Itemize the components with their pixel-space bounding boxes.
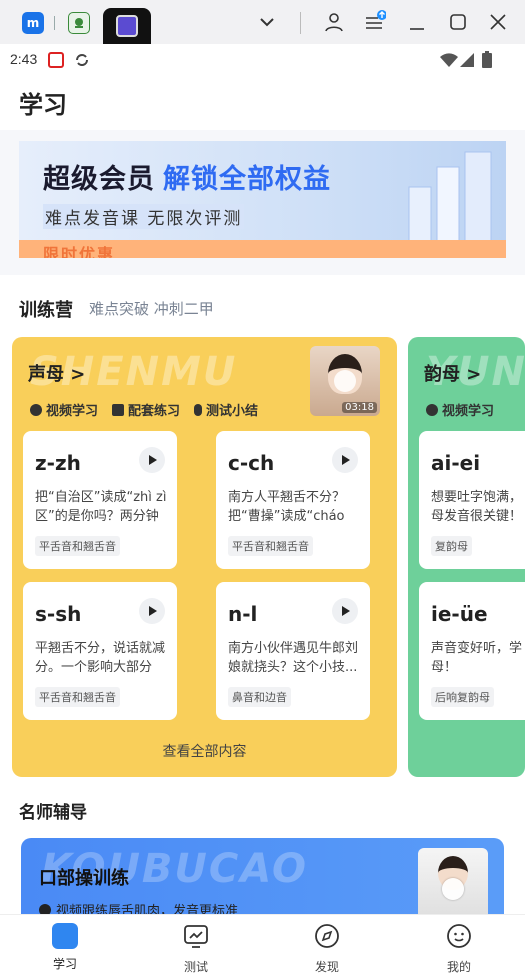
- banner-promo-text: 限时优惠: [43, 245, 116, 258]
- camp-card-yunmu[interactable]: YUN 韵母 > 视频学习 ai-ei 想要吐字饱满，母发音很关键！ 复韵母 i…: [408, 337, 525, 777]
- teacher-video-thumbnail[interactable]: 03:18: [310, 346, 380, 416]
- camp-meta: 视频学习 配套练习 测试小结: [30, 400, 258, 419]
- video-duration: 03:18: [342, 402, 377, 413]
- play-icon[interactable]: [332, 447, 358, 473]
- wifi-icon: [440, 53, 458, 67]
- phoneme-card[interactable]: s-sh 平翘舌不分，说话就减分。一个影响大部分考... 平舌音和翘舌音: [23, 582, 177, 720]
- phoneme-tag: 平舌音和翘舌音: [35, 536, 120, 556]
- nav-label: 我的: [446, 960, 471, 974]
- divider: [300, 12, 301, 34]
- phoneme-card[interactable]: z-zh 把“自治区”读成“zhì zì区”的是你吗？两分钟帮你... 平舌音和…: [23, 431, 177, 569]
- phoneme-title: ai-ei: [431, 451, 481, 475]
- status-bar: 2:43: [0, 44, 525, 74]
- phoneme-card[interactable]: ai-ei 想要吐字饱满，母发音很关键！ 复韵母: [419, 431, 525, 569]
- nav-item-discover[interactable]: 发现: [297, 923, 357, 975]
- camp-meta: 视频学习: [426, 400, 494, 419]
- nav-label: 学习: [52, 957, 77, 971]
- study-tv-icon: [52, 923, 78, 949]
- camp-card-shengmu[interactable]: SHENMU 声母 > 视频学习 配套练习 测试小结 03:18 z-zh 把“…: [12, 337, 397, 777]
- phoneme-card[interactable]: c-ch 南方人平翘舌不分？把“曹操”读成“cháo cā... 平舌音和翘舌音: [216, 431, 370, 569]
- nav-item-test[interactable]: 测试: [166, 923, 226, 975]
- emulator-toolbar: m: [0, 0, 525, 44]
- phoneme-desc: 想要吐字饱满，母发音很关键！: [431, 490, 523, 524]
- active-tab[interactable]: [103, 8, 151, 44]
- banner-title-main: 超级会员: [43, 164, 155, 195]
- maximize-icon[interactable]: [446, 10, 470, 34]
- banner-title-accent: 解锁全部权益: [163, 164, 331, 195]
- vip-banner[interactable]: 超级会员 解锁全部权益 难点发音课 无限次评测 限时优惠: [19, 141, 506, 258]
- compass-icon: [315, 924, 339, 948]
- phoneme-desc: 平翘舌不分，说话就减分。一个影响大部分考...: [35, 641, 166, 675]
- phoneme-title: z-zh: [35, 451, 81, 475]
- phoneme-desc: 声音变好听，学母！: [431, 641, 523, 675]
- camp-section-title: 训练营: [19, 300, 73, 321]
- battery-icon: [482, 51, 492, 68]
- play-icon[interactable]: [332, 598, 358, 624]
- close-icon[interactable]: [486, 10, 510, 34]
- play-circle-icon: [426, 403, 438, 416]
- phoneme-desc: 把“自治区”读成“zhì zì区”的是你吗？两分钟帮你...: [35, 490, 167, 524]
- bottom-nav: 学习 测试 发现 我的: [0, 914, 525, 979]
- camp-meta-test: 测试小结: [194, 400, 258, 419]
- camp-title[interactable]: 韵母 >: [424, 360, 481, 386]
- banner-3d-art: [399, 151, 506, 248]
- divider: [54, 16, 55, 30]
- notification-app-icon: [48, 52, 64, 68]
- active-app-icon: [116, 15, 138, 37]
- play-circle-icon: [30, 403, 42, 416]
- user-icon[interactable]: [322, 10, 346, 34]
- camp-meta-video: 视频学习: [426, 400, 494, 419]
- document-icon: [112, 403, 125, 416]
- nav-item-study[interactable]: 学习: [35, 923, 95, 972]
- menu-update-icon[interactable]: [362, 10, 386, 34]
- phoneme-tag: 平舌音和翘舌音: [228, 536, 313, 556]
- camp-meta-video: 视频学习: [30, 400, 98, 419]
- play-icon[interactable]: [139, 598, 165, 624]
- play-icon[interactable]: [334, 370, 356, 392]
- chevron-down-icon[interactable]: [255, 10, 279, 34]
- page-title: 学习: [19, 91, 67, 119]
- signal-icon: [460, 53, 474, 67]
- status-time: 2:43: [10, 51, 38, 67]
- sync-icon: [76, 54, 88, 66]
- coach-title: 口部操训练: [39, 868, 129, 889]
- phoneme-card[interactable]: n-l 南方小伙伴遇见牛郎刘娘就挠头？这个小技... 鼻音和边音: [216, 582, 370, 720]
- see-all-link[interactable]: 查看全部内容: [12, 741, 397, 761]
- microphone-icon: [194, 403, 203, 416]
- nav-label: 发现: [314, 960, 339, 974]
- emulator-logo-icon[interactable]: m: [22, 12, 44, 34]
- phoneme-tag: 平舌音和翘舌音: [35, 687, 120, 707]
- phoneme-card[interactable]: ie-üe 声音变好听，学母！ 后响复韵母: [419, 582, 525, 720]
- page-header: [0, 74, 525, 130]
- phoneme-tag: 复韵母: [431, 536, 472, 556]
- phoneme-desc: 南方小伙伴遇见牛郎刘娘就挠头？这个小技...: [228, 641, 359, 675]
- nav-label: 测试: [183, 960, 208, 974]
- phoneme-title: s-sh: [35, 602, 82, 626]
- nav-item-profile[interactable]: 我的: [429, 923, 489, 975]
- phoneme-title: c-ch: [228, 451, 275, 475]
- camp-section-subtitle: 难点突破 冲刺二甲: [89, 300, 214, 318]
- phoneme-tag: 鼻音和边音: [228, 687, 291, 707]
- phoneme-title: n-l: [228, 602, 258, 626]
- test-chart-icon: [184, 925, 208, 948]
- app-tab-icon[interactable]: [68, 12, 90, 34]
- banner-title: 超级会员 解锁全部权益: [43, 157, 331, 196]
- phoneme-tag: 后响复韵母: [431, 687, 494, 707]
- phoneme-desc: 南方人平翘舌不分？把“曹操”读成“cháo cā...: [228, 490, 346, 524]
- play-icon[interactable]: [442, 878, 464, 900]
- minimize-icon[interactable]: [405, 10, 429, 34]
- play-icon[interactable]: [139, 447, 165, 473]
- phoneme-title: ie-üe: [431, 602, 488, 626]
- banner-subtitle: 难点发音课 无限次评测: [43, 204, 245, 229]
- profile-face-icon: [447, 924, 471, 948]
- camp-title[interactable]: 声母 >: [28, 360, 85, 386]
- camp-meta-practice: 配套练习: [112, 400, 180, 419]
- teacher-section-title: 名师辅导: [19, 803, 87, 823]
